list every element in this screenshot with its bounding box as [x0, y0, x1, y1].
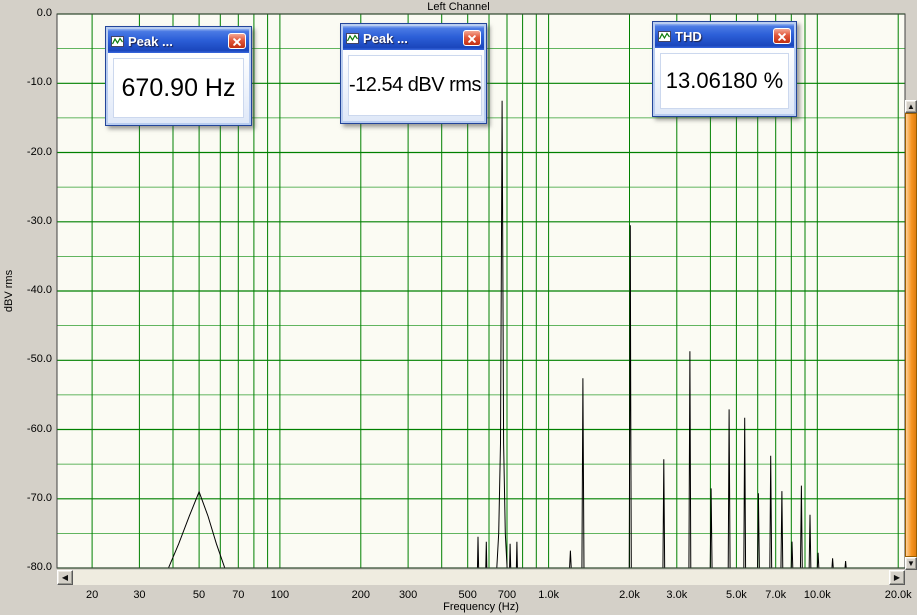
waveform-icon — [658, 30, 671, 42]
scroll-right-button[interactable]: ▶ — [889, 570, 905, 585]
spectrum-analyzer-window: Left Channel dBV rms Frequency (Hz) Peak… — [0, 0, 917, 615]
x-tick-label: 200 — [351, 589, 370, 601]
panel-titlebar[interactable]: THD — [655, 24, 794, 48]
chart-title: Left Channel — [427, 1, 490, 13]
x-tick-label: 300 — [398, 589, 418, 601]
panel-title: Peak ... — [128, 33, 173, 49]
x-tick-label: 3.0k — [666, 589, 688, 601]
y-tick-label: -60.0 — [26, 422, 52, 435]
close-icon[interactable] — [228, 33, 246, 49]
measurement-window-thd[interactable]: THD 13.06180 % — [652, 21, 797, 117]
x-tick-label: 30 — [133, 589, 146, 601]
panel-body: 670.90 Hz — [108, 53, 249, 123]
x-tick-label: 20.0k — [884, 589, 912, 601]
right-arrow-icon: ▶ — [893, 573, 901, 582]
close-icon[interactable] — [463, 30, 481, 46]
scroll-left-button[interactable]: ◀ — [57, 570, 73, 585]
x-tick-label: 20 — [86, 589, 99, 601]
y-tick-label: -80.0 — [26, 561, 52, 573]
down-arrow-icon: ▼ — [907, 559, 915, 568]
y-tick-label: -30.0 — [26, 214, 52, 227]
scroll-up-button[interactable]: ▲ — [905, 100, 917, 113]
panel-titlebar[interactable]: Peak ... — [343, 26, 484, 50]
close-icon[interactable] — [773, 28, 791, 44]
y-tick-label: -50.0 — [26, 353, 52, 366]
panel-body: 13.06180 % — [655, 48, 794, 114]
panel-body: -12.54 dBV rms — [343, 50, 484, 121]
x-axis-label: Frequency (Hz) — [443, 601, 519, 613]
panel-titlebar[interactable]: Peak ... — [108, 29, 249, 53]
x-tick-label: 100 — [270, 589, 290, 601]
peak-level-value: -12.54 dBV rms — [348, 55, 482, 116]
y-tick-label: 0.0 — [36, 7, 52, 19]
up-arrow-icon: ▲ — [907, 102, 915, 111]
peak-frequency-value: 670.90 Hz — [113, 58, 244, 118]
panel-title: Peak ... — [363, 30, 408, 46]
panel-title: THD — [675, 28, 702, 44]
horizontal-scrollbar[interactable]: ◀ ▶ — [57, 570, 905, 585]
y-tick-label: -10.0 — [26, 76, 52, 89]
x-tick-label: 1.0k — [538, 589, 560, 601]
y-tick-label: -70.0 — [26, 491, 52, 504]
measurement-window-peak-frequency[interactable]: Peak ... 670.90 Hz — [105, 26, 252, 126]
x-tick-label: 2.0k — [619, 589, 640, 601]
y-tick-label: -40.0 — [26, 284, 52, 296]
scroll-down-button[interactable]: ▼ — [905, 557, 917, 570]
left-arrow-icon: ◀ — [61, 573, 69, 582]
waveform-icon — [346, 32, 359, 44]
thd-value: 13.06180 % — [660, 53, 789, 109]
y-tick-label: -20.0 — [26, 145, 52, 158]
vertical-scrollbar[interactable]: ▲ ▼ — [905, 100, 917, 570]
measurement-window-peak-level[interactable]: Peak ... -12.54 dBV rms — [340, 23, 487, 124]
x-tick-label: 10.0k — [803, 589, 831, 601]
waveform-icon — [111, 35, 124, 47]
vertical-scroll-thumb[interactable] — [905, 113, 917, 557]
